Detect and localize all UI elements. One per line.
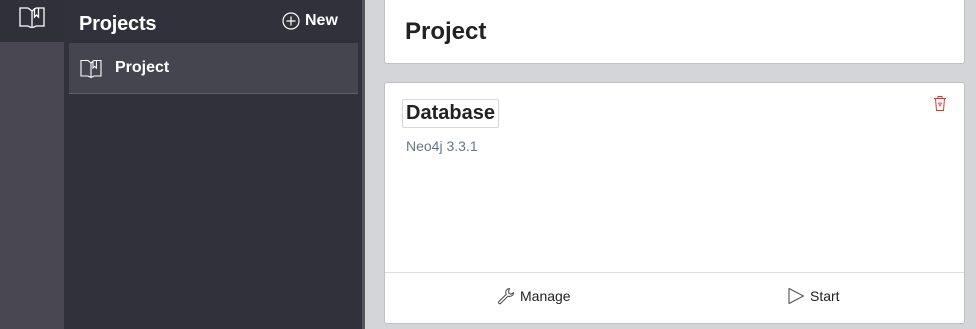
sidebar-header: Projects New <box>64 0 362 42</box>
database-name[interactable]: Database <box>402 99 499 128</box>
database-actions: Manage Start <box>385 272 964 324</box>
sidebar-item-project[interactable]: Project <box>69 43 358 94</box>
new-project-button[interactable]: New <box>282 12 338 30</box>
book-icon <box>19 7 45 28</box>
sidebar-title: Projects <box>79 13 157 35</box>
start-button[interactable]: Start <box>787 287 840 305</box>
start-label: Start <box>810 288 840 304</box>
sidebar-item-label: Project <box>115 59 170 76</box>
play-icon <box>788 287 805 305</box>
new-project-label: New <box>305 12 338 29</box>
page-title: Project <box>405 18 487 45</box>
wrench-icon <box>498 287 515 305</box>
delete-database-button[interactable] <box>933 95 947 117</box>
projects-sidebar: Projects New Project <box>64 0 362 329</box>
book-icon <box>80 59 102 78</box>
database-card: Database Neo4j 3.3.1 Manage Start <box>384 82 965 324</box>
manage-label: Manage <box>520 288 571 304</box>
panel-divider[interactable] <box>362 0 365 329</box>
project-header-card: Project <box>384 0 965 64</box>
trash-icon <box>934 96 946 111</box>
rail-projects-button[interactable] <box>0 0 64 42</box>
app-rail <box>0 0 64 329</box>
manage-button[interactable]: Manage <box>497 287 571 305</box>
database-version: Neo4j 3.3.1 <box>406 138 478 154</box>
plus-circle-icon <box>282 12 300 30</box>
